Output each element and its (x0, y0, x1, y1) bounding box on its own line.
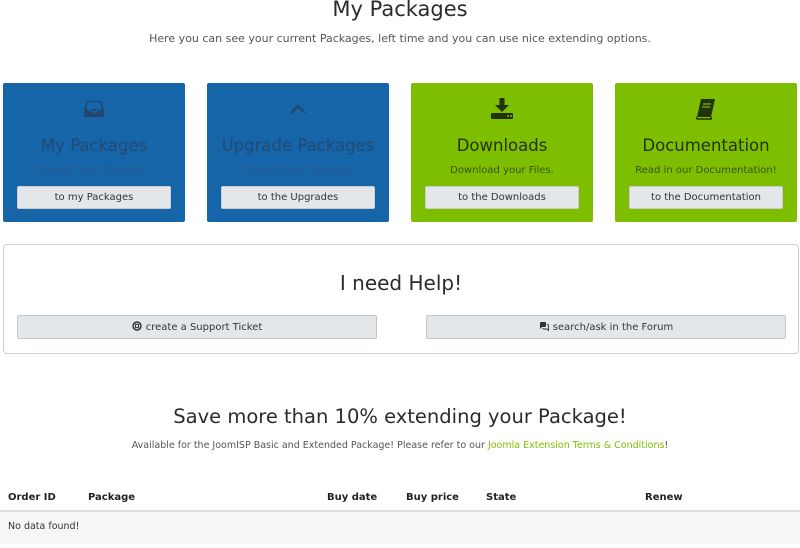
tile-description: Expand your Package! (242, 165, 354, 176)
column-header-order-id[interactable]: Order ID (8, 492, 56, 503)
search-ask-forum-label: search/ask in the Forum (552, 321, 674, 333)
create-support-ticket-button[interactable]: create a Support Ticket (17, 315, 377, 339)
column-header-buy-date[interactable]: Buy date (327, 492, 377, 503)
column-header-state[interactable]: State (486, 492, 516, 503)
promo-text-before: Available for the JoomISP Basic and Exte… (131, 440, 488, 451)
tile-upgrade-packages: Upgrade Packages Expand your Package! to… (207, 83, 389, 222)
tile-title: Upgrade Packages (221, 136, 375, 155)
tile-description: Read in our Documentation! (635, 165, 777, 176)
search-ask-forum-button[interactable]: search/ask in the Forum (426, 315, 786, 339)
tile-description: Manage your Packages. (34, 165, 154, 176)
to-my-packages-button[interactable]: to my Packages (17, 186, 171, 209)
column-header-package[interactable]: Package (88, 492, 135, 503)
to-the-upgrades-button[interactable]: to the Upgrades (221, 186, 375, 209)
promo-text: Available for the JoomISP Basic and Exte… (0, 440, 800, 451)
to-the-documentation-button[interactable]: to the Documentation (629, 186, 783, 209)
tile-downloads: Downloads Download your Files. to the Do… (411, 83, 593, 222)
lifebuoy-icon (132, 320, 142, 334)
tile-title: Downloads (456, 136, 548, 155)
column-header-renew[interactable]: Renew (645, 492, 683, 503)
help-title: I need Help! (339, 271, 463, 295)
column-header-buy-price[interactable]: Buy price (406, 492, 459, 503)
tile-title: Documentation (642, 136, 770, 155)
chat-icon (539, 321, 549, 334)
inbox-icon (3, 97, 185, 121)
page-subtitle: Here you can see your current Packages, … (149, 32, 651, 45)
to-the-downloads-button[interactable]: to the Downloads (425, 186, 579, 209)
help-box: I need Help! create a Support Ticket sea… (3, 244, 799, 354)
empty-message: No data found! (8, 521, 80, 532)
packages-table: Order ID Package Buy date Buy price Stat… (0, 486, 800, 544)
chevron-up-icon (207, 97, 389, 121)
table-header: Order ID Package Buy date Buy price Stat… (0, 486, 800, 512)
table-empty-row: No data found! (0, 512, 800, 544)
tile-my-packages: My Packages Manage your Packages. to my … (3, 83, 185, 222)
promo-title: Save more than 10% extending your Packag… (173, 405, 627, 428)
download-icon (411, 97, 593, 121)
tile-documentation: Documentation Read in our Documentation!… (615, 83, 797, 222)
tile-title: My Packages (40, 136, 148, 155)
tile-description: Download your Files. (450, 165, 554, 176)
promo-text-after: ! (664, 440, 669, 451)
create-support-ticket-label: create a Support Ticket (145, 321, 263, 333)
book-icon (615, 97, 797, 121)
terms-conditions-link[interactable]: Joomla Extension Terms & Conditions (488, 440, 665, 451)
page-title: My Packages (332, 0, 468, 21)
